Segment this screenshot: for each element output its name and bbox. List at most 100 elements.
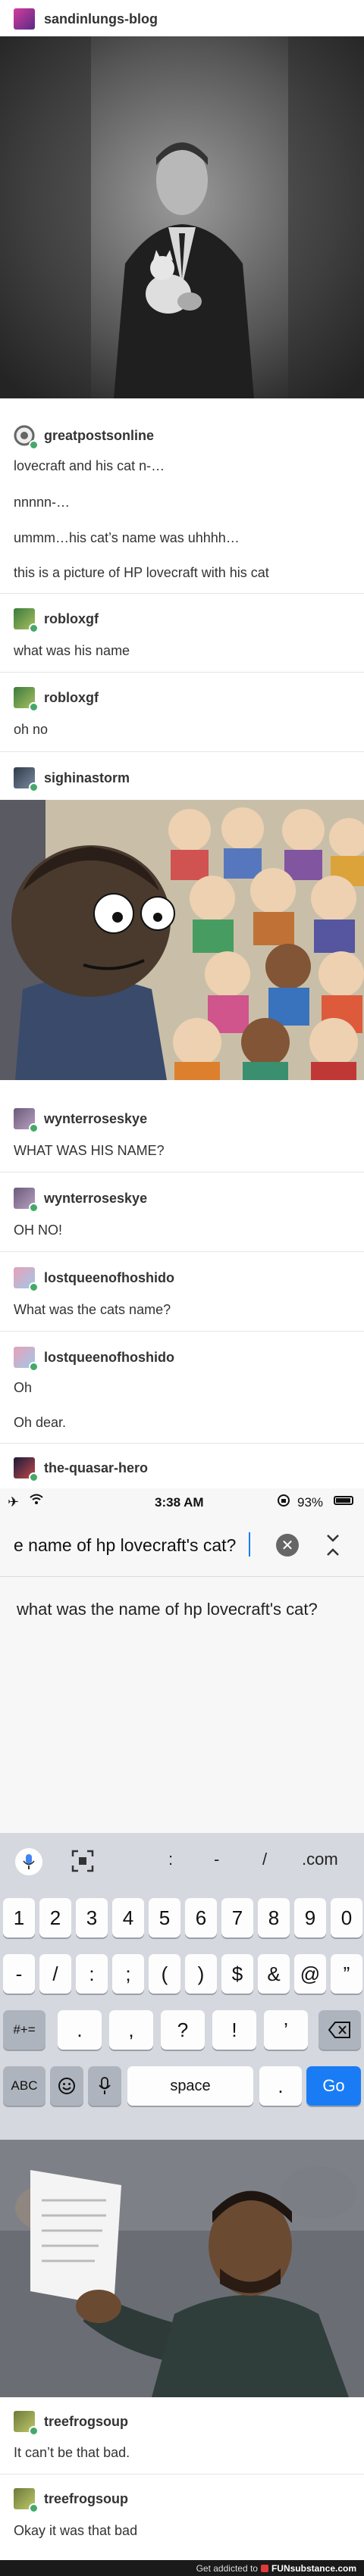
badge-icon [29,702,39,712]
key-at[interactable]: @ [294,1954,326,1994]
avatar[interactable] [14,425,39,450]
search-suggestion[interactable]: what was the name of hp lovecraft's cat? [17,1600,318,1619]
post-header: wynterroseskye [14,1106,147,1133]
post-text: It can’t be that bad. [14,2445,130,2460]
key-space[interactable]: space [127,2066,253,2106]
avatar[interactable] [14,2488,39,2513]
username[interactable]: sandinlungs-blog [44,11,158,27]
avatar[interactable] [14,1267,39,1292]
post-text: lovecraft and his cat n-… [14,458,165,473]
key-semicolon[interactable]: ; [112,1954,144,1994]
post-header: wynterroseskye [14,1185,147,1213]
username[interactable]: treefrogsoup [44,2414,128,2430]
post-text: OH NO! [14,1222,63,1238]
keyboard-mic-icon[interactable] [88,2066,121,2106]
username[interactable]: lostqueenofhoshido [44,1350,174,1366]
post-header: robloxgf [14,685,99,712]
key-2[interactable]: 2 [39,1898,71,1937]
search-input[interactable]: e name of hp lovecraft's cat? [14,1535,236,1556]
post-header: sandinlungs-blog [14,6,158,32]
key-colon[interactable]: : [76,1954,108,1994]
toolbar-colon[interactable]: : [168,1850,173,1869]
mic-icon[interactable] [15,1848,42,1875]
divider [0,751,364,752]
wifi-icon [29,1493,44,1509]
toolbar-slash[interactable]: / [262,1850,267,1869]
footer-text: Get addicted to [196,2562,258,2574]
key-more-symbols[interactable]: #+= [3,2010,46,2050]
post-header: treefrogsoup [14,2409,128,2436]
avatar[interactable] [14,767,39,792]
avatar[interactable] [14,687,39,712]
toolbar-dash[interactable]: - [214,1850,219,1869]
post-text: oh no [14,722,49,737]
key-open-paren[interactable]: ( [149,1954,180,1994]
divider [0,672,364,673]
key-abc[interactable]: ABC [3,2066,46,2106]
key-quote[interactable]: ” [331,1954,362,1994]
username[interactable]: lostqueenofhoshido [44,1270,174,1286]
backspace-icon[interactable] [318,2010,361,2050]
collapse-icon[interactable] [325,1532,341,1562]
key-0[interactable]: 0 [331,1898,362,1937]
key-slash[interactable]: / [39,1954,71,1994]
go-button[interactable]: Go [306,2066,361,2106]
text-cursor [249,1532,250,1557]
avatar[interactable] [14,1457,39,1482]
username[interactable]: treefrogsoup [44,2491,128,2507]
clock-text: 3:38 AM [155,1495,204,1510]
username[interactable]: robloxgf [44,690,99,706]
divider [0,593,364,594]
post-text: Oh dear. [14,1415,67,1430]
key-period[interactable]: . [58,2010,102,2050]
badge-icon [29,1203,39,1213]
badge-icon [29,1123,39,1133]
search-bar: e name of hp lovecraft's cat? ✕ [0,1517,364,1577]
lovecraft-photo [0,36,364,398]
avatar[interactable] [14,1347,39,1372]
key-dash[interactable]: - [3,1954,35,1994]
username[interactable]: greatpostsonline [44,428,154,444]
reaction-photo [0,2140,364,2397]
key-7[interactable]: 7 [221,1898,253,1937]
key-3[interactable]: 3 [76,1898,108,1937]
key-6[interactable]: 6 [185,1898,217,1937]
airplane-icon: ✈ [8,1494,20,1510]
key-9[interactable]: 9 [294,1898,326,1937]
footer-brand[interactable]: FUNsubstance.com [271,2563,356,2574]
key-close-paren[interactable]: ) [185,1954,217,1994]
username[interactable]: robloxgf [44,611,99,627]
username[interactable]: wynterroseskye [44,1191,147,1207]
cartoon-crowd-image [0,800,364,1080]
avatar[interactable] [14,1188,39,1213]
avatar[interactable] [14,1108,39,1133]
badge-icon [29,1472,39,1482]
key-bottom-period[interactable]: . [259,2066,302,2106]
emoji-icon[interactable] [50,2066,83,2106]
avatar[interactable] [14,608,39,633]
username[interactable]: wynterroseskye [44,1111,147,1127]
toolbar-dotcom[interactable]: .com [302,1850,338,1869]
key-1[interactable]: 1 [3,1898,35,1937]
battery-icon [334,1496,353,1505]
username[interactable]: the-quasar-hero [44,1460,148,1476]
scan-icon[interactable] [71,1850,94,1876]
key-5[interactable]: 5 [149,1898,180,1937]
divider [0,1331,364,1332]
key-comma[interactable]: , [109,2010,153,2050]
badge-icon [29,2426,39,2436]
key-question[interactable]: ? [161,2010,205,2050]
key-4[interactable]: 4 [112,1898,144,1937]
avatar[interactable] [14,8,35,30]
post-text: ummm…his cat’s name was uhhhh… [14,530,240,545]
key-ampersand[interactable]: & [258,1954,290,1994]
avatar[interactable] [14,2411,39,2436]
key-dollar[interactable]: $ [221,1954,253,1994]
clear-icon[interactable]: ✕ [276,1534,299,1557]
key-exclaim[interactable]: ! [212,2010,256,2050]
key-apostrophe[interactable]: ’ [264,2010,308,2050]
divider [0,2474,364,2475]
orientation-lock-icon [277,1494,290,1511]
key-8[interactable]: 8 [258,1898,290,1937]
username[interactable]: sighinastorm [44,770,130,786]
